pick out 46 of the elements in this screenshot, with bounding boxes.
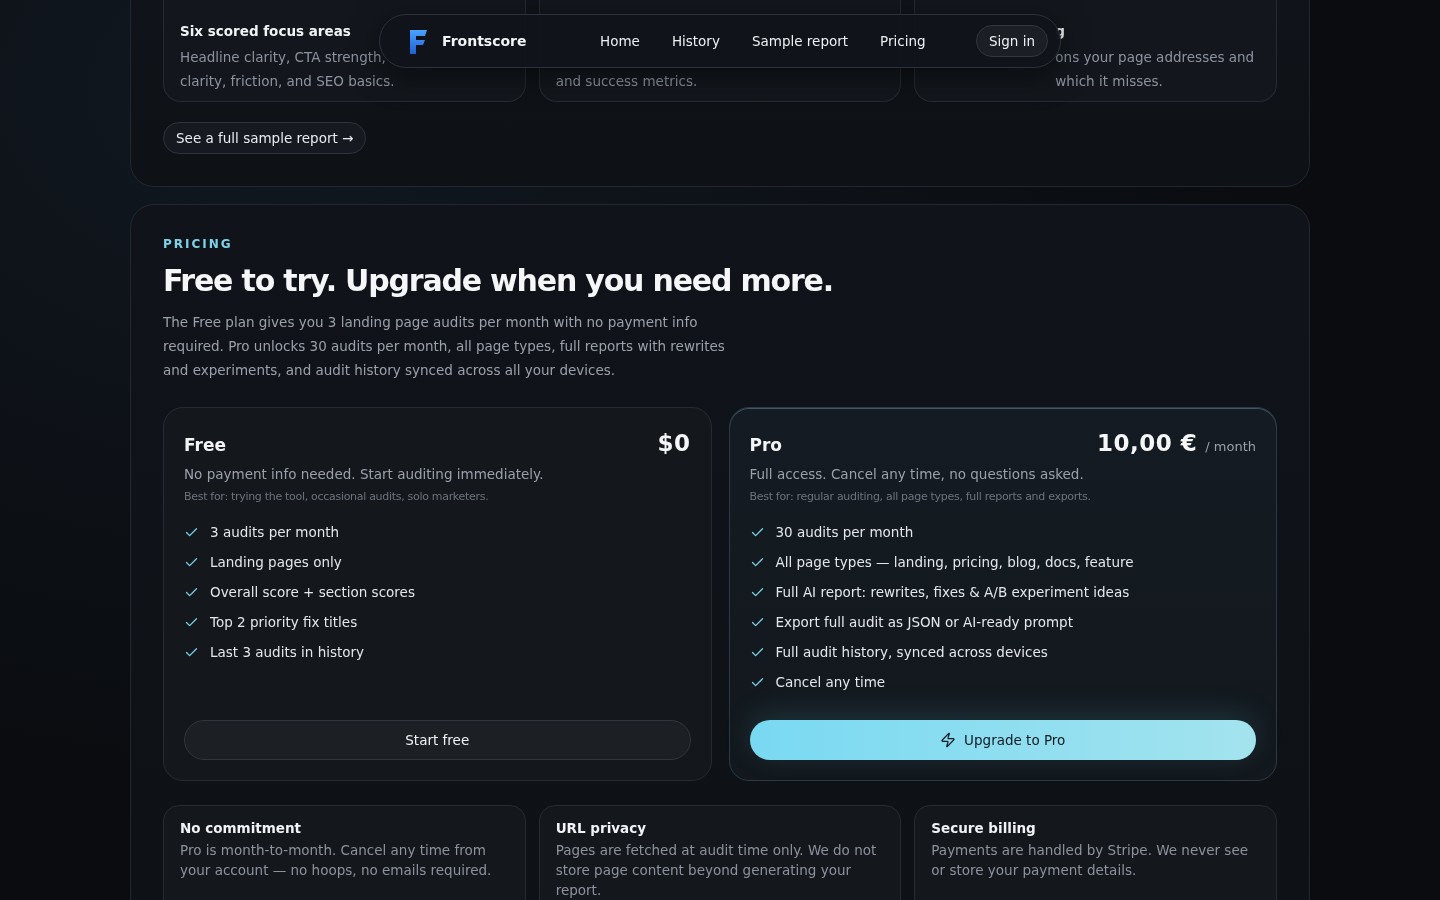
plan-feature: Overall score + section scores (210, 583, 415, 602)
plan-audience: Best for: trying the tool, occasional audits, solo marketers. (184, 490, 490, 503)
plan-feature: All page types — landing, pricing, blog, docs, feature (775, 553, 1134, 572)
feature-text: Headline clarity, CTA strength, (180, 49, 386, 65)
info-text: Payments are handled by Stripe. We never see or store your payment details. (931, 841, 1250, 880)
plan-name: Free (184, 435, 226, 455)
nav-link[interactable]: Pricing (866, 27, 940, 55)
nav-link[interactable]: Sample report (737, 27, 863, 55)
plan-feature: Full audit history, synced across devices (775, 643, 1048, 662)
plan-feature: 30 audits per month (775, 523, 914, 542)
info-title: No commitment (180, 820, 303, 836)
plan-feature: Full AI report: rewrites, fixes & A/B experiment ideas (775, 583, 1130, 602)
sample-report-link[interactable]: See a full sample report → (163, 122, 367, 154)
plan-price: 10,00 € (1097, 430, 1198, 456)
info-text: Pro is month-to-month. Cancel any time from your account — no hoops, no emails required. (180, 841, 493, 880)
feature-title: g (1055, 23, 1065, 39)
nav-link[interactable]: Home (586, 27, 654, 55)
plan-audience: Best for: regular auditing, all page types, full reports and exports. (749, 490, 1092, 503)
feature-text: clarity, friction, and SEO basics. (180, 73, 395, 89)
plan-feature: Export full audit as JSON or AI-ready prompt (775, 613, 1073, 632)
section-eyebrow: PRICING (163, 237, 234, 251)
plan-button[interactable]: Start free (184, 720, 691, 760)
plan-summary: No payment info needed. Start auditing immediately. (184, 466, 545, 482)
feature-text: ons your page addresses and (1055, 49, 1255, 65)
feature-text: and success metrics. (555, 73, 698, 89)
plan-feature: Last 3 audits in history (210, 643, 365, 662)
plan-feature: Cancel any time (775, 673, 886, 692)
plan-button[interactable]: Upgrade to Pro (749, 720, 1256, 760)
info-title: URL privacy (555, 820, 647, 836)
nav-link[interactable]: History (657, 27, 734, 55)
plan-summary: Full access. Cancel any time, no questions asked. (749, 466, 1085, 482)
price-period: / month (1205, 439, 1256, 454)
plan-name: Pro (749, 435, 783, 455)
lightning-icon (940, 732, 957, 748)
info-text: Pages are fetched at audit time only. We do not store page content beyond generating your report. (555, 841, 878, 900)
section-intro: The Free plan gives you 3 landing page audits per month with no payment info required. Pro unlocks 30 audits per month, all page types, full reports with rewrites and experiments, and audit history synced across all your devices. (163, 313, 726, 380)
plan-price: $0 (657, 430, 691, 456)
sign-in-button[interactable]: Sign in (975, 25, 1048, 57)
feature-title: Six scored focus areas (180, 23, 351, 39)
info-title: Secure billing (931, 820, 1037, 836)
plan-feature: Top 2 priority fix titles (210, 613, 358, 632)
plan-feature: 3 audits per month (210, 523, 340, 542)
feature-text: which it misses. (1055, 73, 1163, 89)
section-heading: Free to try. Upgrade when you need more. (163, 263, 834, 298)
plan-feature: Landing pages only (210, 553, 342, 572)
brand-name: Frontscore (442, 33, 527, 49)
